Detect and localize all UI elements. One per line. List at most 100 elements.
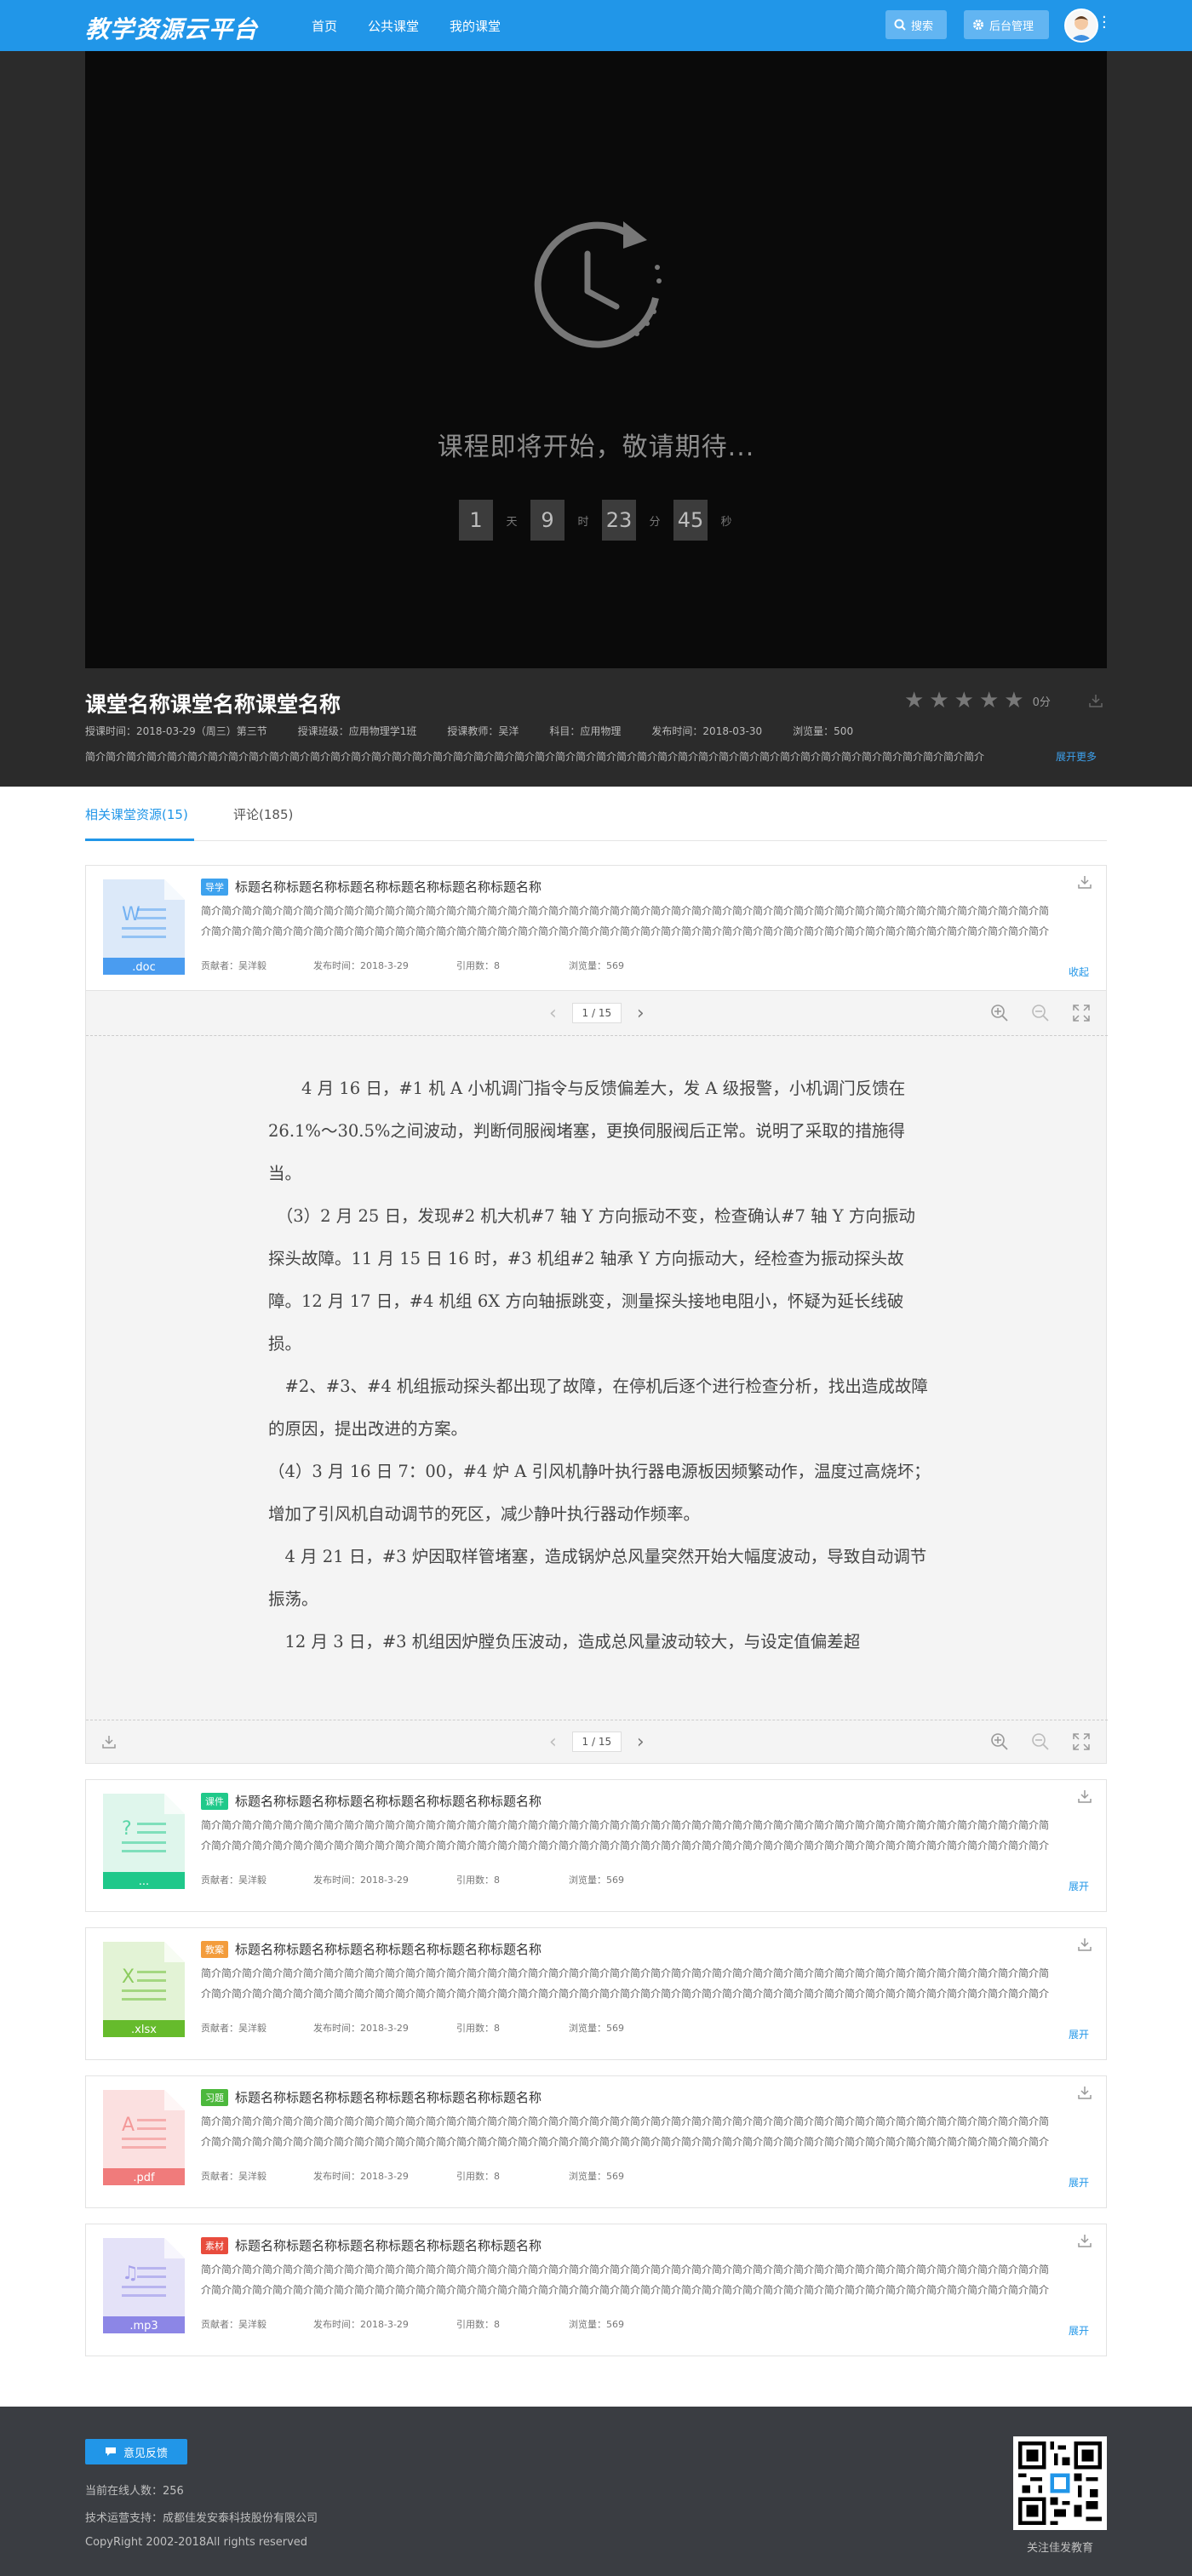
countdown-seconds: 45 xyxy=(673,500,708,541)
resource-date: 发布时间：2018-3-29 xyxy=(313,2171,409,2182)
resource-contributor: 贡献者：吴洋毅 xyxy=(201,2171,266,2182)
zoom-controls xyxy=(990,1004,1091,1022)
resource-title-row[interactable]: 习题 标题名称标题名称标题名称标题名称标题名称标题名称 xyxy=(201,2088,1052,2106)
resource-title[interactable]: 标题名称标题名称标题名称标题名称标题名称标题名称 xyxy=(235,1792,542,1810)
resource-meta: 贡献者：吴洋毅 发布时间：2018-3-29 引用数：8 浏览量：569 xyxy=(201,2317,1052,2331)
zoom-out-icon[interactable] xyxy=(1031,1732,1050,1751)
resource-cites: 引用数：8 xyxy=(456,2171,500,2182)
page-indicator[interactable]: 1 / 15 xyxy=(571,1003,622,1023)
download-icon[interactable] xyxy=(1077,2085,1092,2100)
top-header: 教学资源云平台 首页 公共课堂 我的课堂 搜索 后台管理 · · · xyxy=(0,0,1192,51)
prev-page-icon[interactable]: ‹ xyxy=(549,1003,557,1024)
resource-toggle-link[interactable]: 展开 xyxy=(1069,1879,1089,1893)
nav-my-class[interactable]: 我的课堂 xyxy=(450,17,501,35)
resource-cites: 引用数：8 xyxy=(456,2023,500,2034)
resource-title[interactable]: 标题名称标题名称标题名称标题名称标题名称标题名称 xyxy=(235,878,542,896)
resource-title-row[interactable]: 导学 标题名称标题名称标题名称标题名称标题名称标题名称 xyxy=(201,878,1052,896)
star-icon[interactable]: ★ xyxy=(904,690,924,712)
download-icon[interactable] xyxy=(1077,1789,1092,1804)
expand-more-link[interactable]: 展开更多 xyxy=(1056,749,1097,764)
resource-body: 课件 标题名称标题名称标题名称标题名称标题名称标题名称简介简介简介简介简介简介简介… xyxy=(201,1792,1052,1886)
prev-page-icon[interactable]: ‹ xyxy=(549,1732,557,1753)
resource-card[interactable]: A .pdf 习题 标题名称标题名称标题名称标题名称标题名称标题名称 简介简介简介简介简… xyxy=(85,2075,1107,2208)
video-player[interactable]: 课程即将开始，敬请期待... 1 天 9 时 23 分 45 秒 xyxy=(85,51,1107,668)
viewer-toolbar-top: ‹ 1 / 15 › xyxy=(86,991,1108,1035)
resource-body: 导学 标题名称标题名称标题名称标题名称标题名称标题名称 简介简介简介简介简介简介简介… xyxy=(201,878,1052,972)
resource-body: 习题 标题名称标题名称标题名称标题名称标题名称标题名称 简介简介简介简介简介简介简介… xyxy=(201,2088,1052,2183)
resource-card[interactable]: X .xlsx 教案 标题名称标题名称标题名称标题名称标题名称标题名称 简介简介简介简介… xyxy=(85,1927,1107,2060)
active-tab-underline xyxy=(85,839,194,841)
meta-views: 浏览量：500 xyxy=(793,725,854,737)
course-meta: 授课时间：2018-03-29（周三）第三节 授课班级：应用物理学1班 授课教师… xyxy=(85,724,853,738)
download-icon[interactable] xyxy=(1077,2233,1092,2248)
user-avatar-icon xyxy=(1070,16,1092,41)
resource-card[interactable]: W .doc 导学 标题名称标题名称标题名称标题名称标题名称标题名称 简介简介简介简介简… xyxy=(85,865,1107,991)
zoom-out-icon[interactable] xyxy=(1031,1004,1050,1022)
download-icon[interactable] xyxy=(101,1734,117,1749)
zoom-in-icon[interactable] xyxy=(990,1004,1009,1022)
paragraph: #2、#3、#4 机组振动探头都出现了故障，在停机后逐个进行检查分析，找出造成故… xyxy=(268,1377,928,1439)
resource-title-row[interactable]: 教案 标题名称标题名称标题名称标题名称标题名称标题名称 xyxy=(201,1940,1052,1958)
pager: ‹ 1 / 15 › xyxy=(549,1732,645,1753)
resource-title[interactable]: 标题名称标题名称标题名称标题名称标题名称标题名称 xyxy=(235,2236,542,2254)
resource-tag: 素材 xyxy=(201,2236,228,2254)
search-button[interactable]: 搜索 xyxy=(885,10,947,39)
resource-description: 简介简介简介简介简介简介简介简介简介简介简介简介简介简介简介简介简介简介简介简介… xyxy=(201,1819,1050,1852)
more-menu-icon[interactable]: · · · xyxy=(1102,10,1107,36)
resource-card[interactable]: ?... 课件 标题名称标题名称标题名称标题名称标题名称标题名称 简介简介简介简介简介… xyxy=(85,1779,1107,1912)
resource-contributor: 贡献者：吴洋毅 xyxy=(201,2319,266,2330)
star-icon[interactable]: ★ xyxy=(954,690,974,712)
file-type-icon: X .xlsx xyxy=(103,1942,185,2037)
resource-meta: 贡献者：吴洋毅 发布时间：2018-3-29 引用数：8 浏览量：569 xyxy=(201,2169,1052,2183)
fullscreen-icon[interactable] xyxy=(1072,1732,1091,1751)
tech-support: 技术运营支持：成都佳发安泰科技股份有限公司 xyxy=(85,2512,318,2525)
unit-minutes: 分 xyxy=(649,515,661,529)
countdown-clock-icon xyxy=(534,221,662,348)
resource-toggle-link[interactable]: 展开 xyxy=(1069,2175,1089,2190)
content-tabs: 相关课堂资源(15) 评论(185) xyxy=(85,787,1107,841)
pager: ‹ 1 / 15 › xyxy=(549,1003,645,1024)
admin-button[interactable]: 后台管理 xyxy=(964,10,1049,39)
feedback-label: 意见反馈 xyxy=(123,2447,168,2460)
star-rating[interactable]: ★ ★ ★ ★ ★ 0分 xyxy=(904,690,1051,712)
feedback-button[interactable]: 意见反馈 xyxy=(85,2439,187,2464)
tab-comments[interactable]: 评论(185) xyxy=(233,805,293,823)
next-page-icon[interactable]: › xyxy=(637,1003,645,1024)
resource-title[interactable]: 标题名称标题名称标题名称标题名称标题名称标题名称 xyxy=(235,1940,542,1958)
next-page-icon[interactable]: › xyxy=(637,1732,645,1753)
nav-home[interactable]: 首页 xyxy=(312,17,337,35)
site-logo[interactable]: 教学资源云平台 xyxy=(85,11,258,45)
fullscreen-icon[interactable] xyxy=(1072,1004,1091,1022)
star-icon[interactable]: ★ xyxy=(979,690,999,712)
download-icon[interactable] xyxy=(1088,693,1103,708)
resource-meta: 贡献者：吴洋毅 发布时间：2018-3-29 引用数：8 浏览量：569 xyxy=(201,2021,1052,2035)
file-type-icon: A .pdf xyxy=(103,2090,185,2185)
paragraph: 4 月 16 日，#1 机 A 小机调门指令与反馈偏差大，发 A 级报警，小机调… xyxy=(268,1079,906,1183)
resource-date: 发布时间：2018-3-29 xyxy=(313,2319,409,2330)
resource-tag: 教案 xyxy=(201,1940,228,1958)
resource-toggle-link[interactable]: 收起 xyxy=(1069,965,1089,979)
resource-card[interactable]: ♫ .mp3 素材 标题名称标题名称标题名称标题名称标题名称标题名称 简介简介简介简介简… xyxy=(85,2224,1107,2356)
document-viewer[interactable]: ‹ 1 / 15 › 4 月 16 日，#1 机 A 小机调门指令与反馈偏差大，… xyxy=(85,991,1108,1764)
star-icon[interactable]: ★ xyxy=(929,690,948,712)
nav-public-class[interactable]: 公共课堂 xyxy=(368,17,419,35)
page-indicator[interactable]: 1 / 15 xyxy=(571,1732,622,1752)
download-icon[interactable] xyxy=(1077,1937,1092,1952)
resource-title-row[interactable]: 素材 标题名称标题名称标题名称标题名称标题名称标题名称 xyxy=(201,2236,1052,2254)
unit-days: 天 xyxy=(506,515,518,529)
resource-toggle-link[interactable]: 展开 xyxy=(1069,2323,1089,2338)
main-nav: 首页 公共课堂 我的课堂 xyxy=(312,0,501,51)
file-type-icon: ♫ .mp3 xyxy=(103,2238,185,2333)
avatar[interactable] xyxy=(1064,9,1098,43)
tab-resources[interactable]: 相关课堂资源(15) xyxy=(85,805,188,823)
download-icon[interactable] xyxy=(1077,874,1092,890)
countdown-hours: 9 xyxy=(530,500,564,541)
star-icon[interactable]: ★ xyxy=(1004,690,1023,712)
unit-hours: 时 xyxy=(577,515,589,529)
countdown-days: 1 xyxy=(459,500,493,541)
resource-title-row[interactable]: 课件 标题名称标题名称标题名称标题名称标题名称标题名称 xyxy=(201,1792,1052,1810)
zoom-in-icon[interactable] xyxy=(990,1732,1009,1751)
resource-date: 发布时间：2018-3-29 xyxy=(313,1875,409,1886)
resource-toggle-link[interactable]: 展开 xyxy=(1069,2027,1089,2041)
resource-title[interactable]: 标题名称标题名称标题名称标题名称标题名称标题名称 xyxy=(235,2088,542,2106)
